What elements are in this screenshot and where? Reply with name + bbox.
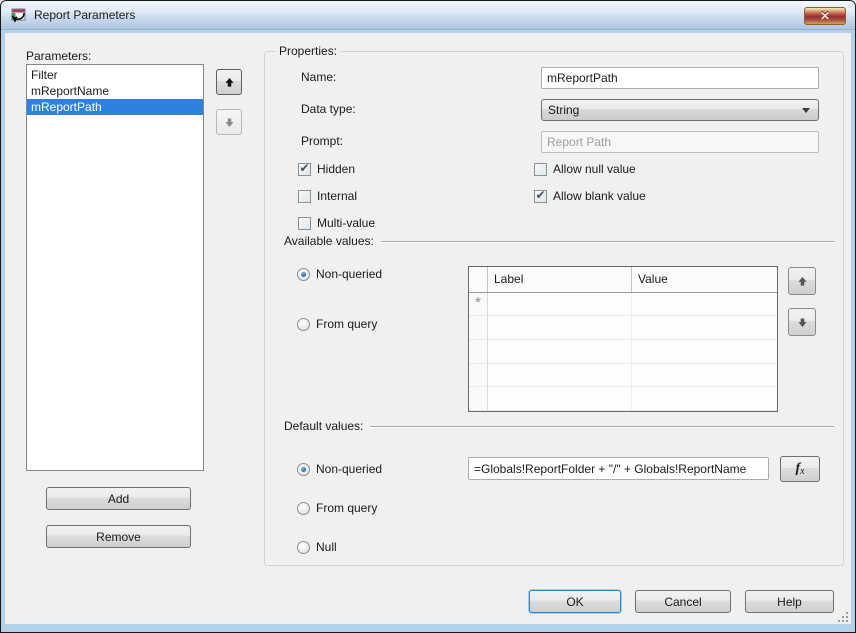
grid-empty-row <box>469 364 777 388</box>
checkbox-unchecked-icon <box>534 163 547 176</box>
data-type-label: Data type: <box>301 102 356 116</box>
new-row-marker-icon: * <box>475 293 481 313</box>
title-bar[interactable]: Report Parameters ✕ <box>1 1 855 30</box>
cancel-button[interactable]: Cancel <box>635 590 731 613</box>
dialog-content: Parameters: Filter mReportName mReportPa… <box>5 33 851 624</box>
grid-row-selector: * <box>469 293 488 316</box>
data-type-value: String <box>548 103 802 117</box>
available-values-label: Available values: <box>284 234 374 248</box>
close-icon: ✕ <box>820 9 830 23</box>
checkbox-checked-icon: ✔ <box>298 163 311 176</box>
radio-unselected-icon <box>297 502 310 515</box>
default-null-radio[interactable]: Null <box>297 540 337 554</box>
internal-checkbox[interactable]: Internal <box>298 189 357 203</box>
grid-cell[interactable] <box>488 293 632 316</box>
arrow-up-icon <box>223 76 236 89</box>
prompt-input <box>541 131 819 153</box>
move-parameter-up-button[interactable] <box>216 69 242 95</box>
remove-button[interactable]: Remove <box>46 525 191 548</box>
add-button[interactable]: Add <box>46 487 191 510</box>
resize-grip[interactable] <box>837 611 849 623</box>
ok-button-label: OK <box>566 595 583 609</box>
default-non-queried-label: Non-queried <box>316 462 382 476</box>
list-item[interactable]: mReportName <box>27 83 203 99</box>
checkbox-unchecked-icon <box>298 190 311 203</box>
default-from-query-radio[interactable]: From query <box>297 501 377 515</box>
list-item-selected[interactable]: mReportPath <box>27 99 203 115</box>
allow-blank-checkbox[interactable]: ✔ Allow blank value <box>534 189 646 203</box>
name-input[interactable] <box>541 67 819 89</box>
list-item[interactable]: Filter <box>27 67 203 83</box>
prompt-label: Prompt: <box>301 134 343 148</box>
multi-value-checkbox[interactable]: Multi-value <box>298 216 375 230</box>
available-non-queried-label: Non-queried <box>316 267 382 281</box>
available-from-query-radio[interactable]: From query <box>297 317 377 331</box>
move-parameter-down-button[interactable] <box>216 109 242 135</box>
grid-empty-row <box>469 340 777 364</box>
available-non-queried-radio[interactable]: Non-queried <box>297 267 382 281</box>
parameters-listbox[interactable]: Filter mReportName mReportPath <box>26 64 204 471</box>
section-divider <box>370 426 834 427</box>
help-button-label: Help <box>777 595 802 609</box>
grid-empty-row <box>469 387 777 411</box>
grid-label-column-header[interactable]: Label <box>488 267 632 292</box>
close-button[interactable]: ✕ <box>804 7 846 25</box>
ok-button[interactable]: OK <box>529 590 621 613</box>
allow-null-checkbox-label: Allow null value <box>553 162 636 176</box>
available-values-section-header: Available values: <box>284 234 834 248</box>
cancel-button-label: Cancel <box>664 595 701 609</box>
arrow-down-icon <box>796 316 809 329</box>
grid-cell[interactable] <box>632 293 777 316</box>
allow-null-checkbox[interactable]: Allow null value <box>534 162 636 176</box>
report-parameters-dialog: Report Parameters ✕ Parameters: Filter m… <box>0 0 856 633</box>
default-values-section-header: Default values: <box>284 419 834 433</box>
grid-header-row: Label Value <box>469 267 777 293</box>
remove-button-label: Remove <box>96 530 141 544</box>
radio-unselected-icon <box>297 318 310 331</box>
available-from-query-label: From query <box>316 317 377 331</box>
name-label: Name: <box>301 70 336 84</box>
default-from-query-label: From query <box>316 501 377 515</box>
checkbox-unchecked-icon <box>298 217 311 230</box>
available-values-grid[interactable]: Label Value * <box>468 266 778 412</box>
grid-empty-row <box>469 316 777 340</box>
properties-group-label: Properties: <box>275 44 341 58</box>
default-non-queried-radio[interactable]: Non-queried <box>297 462 382 476</box>
section-divider <box>381 241 834 242</box>
window-title: Report Parameters <box>34 8 135 22</box>
help-button[interactable]: Help <box>745 590 834 613</box>
data-type-dropdown[interactable]: String <box>541 99 819 121</box>
function-fx-icon: fx <box>795 461 804 477</box>
expression-editor-button[interactable]: fx <box>780 456 820 482</box>
grid-value-column-header[interactable]: Value <box>632 267 777 292</box>
allow-blank-checkbox-label: Allow blank value <box>553 189 646 203</box>
parameters-label: Parameters: <box>26 49 91 63</box>
grid-new-row[interactable]: * <box>469 293 777 317</box>
checkbox-checked-icon: ✔ <box>534 190 547 203</box>
hidden-checkbox[interactable]: ✔ Hidden <box>298 162 355 176</box>
radio-unselected-icon <box>297 541 310 554</box>
chevron-down-icon <box>802 108 810 113</box>
arrow-up-icon <box>796 275 809 288</box>
internal-checkbox-label: Internal <box>317 189 357 203</box>
move-value-up-button[interactable] <box>788 267 816 295</box>
radio-selected-icon <box>297 463 310 476</box>
default-value-expression-input[interactable] <box>468 457 769 480</box>
hidden-checkbox-label: Hidden <box>317 162 355 176</box>
multi-value-checkbox-label: Multi-value <box>317 216 375 230</box>
default-values-label: Default values: <box>284 419 363 433</box>
report-parameters-icon <box>11 7 27 23</box>
move-value-down-button[interactable] <box>788 308 816 336</box>
arrow-down-icon <box>223 116 236 129</box>
radio-selected-icon <box>297 268 310 281</box>
default-null-label: Null <box>316 540 337 554</box>
grid-row-selector-header <box>469 267 488 292</box>
add-button-label: Add <box>108 492 129 506</box>
